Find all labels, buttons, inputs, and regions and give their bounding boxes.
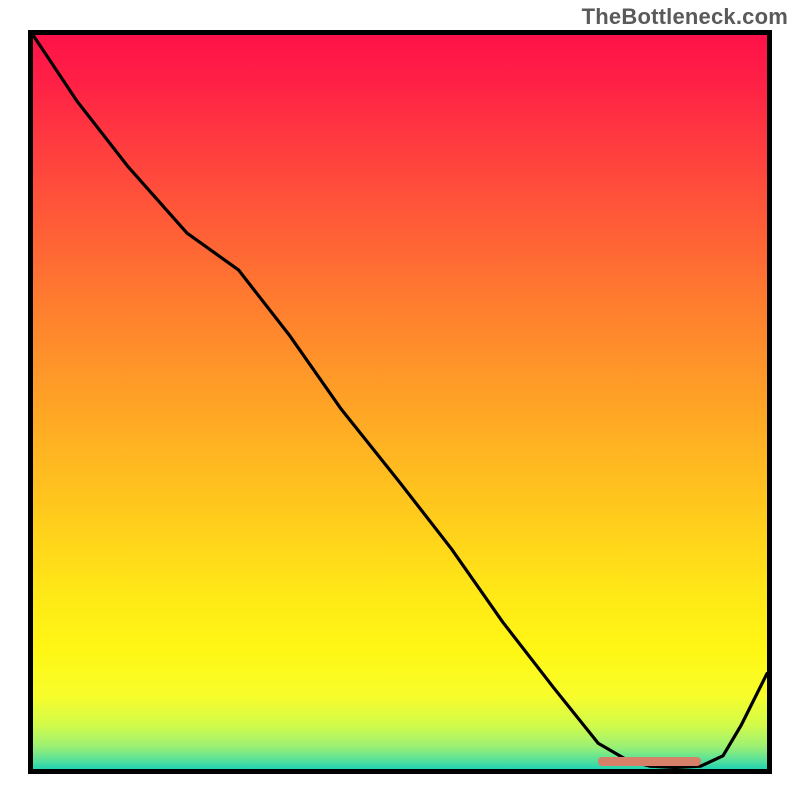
chart-container: TheBottleneck.com: [0, 0, 800, 800]
watermark-text: TheBottleneck.com: [582, 4, 788, 30]
plot-area: [28, 30, 772, 774]
bottleneck-curve: [33, 35, 767, 769]
optimal-range-marker: [598, 757, 701, 766]
